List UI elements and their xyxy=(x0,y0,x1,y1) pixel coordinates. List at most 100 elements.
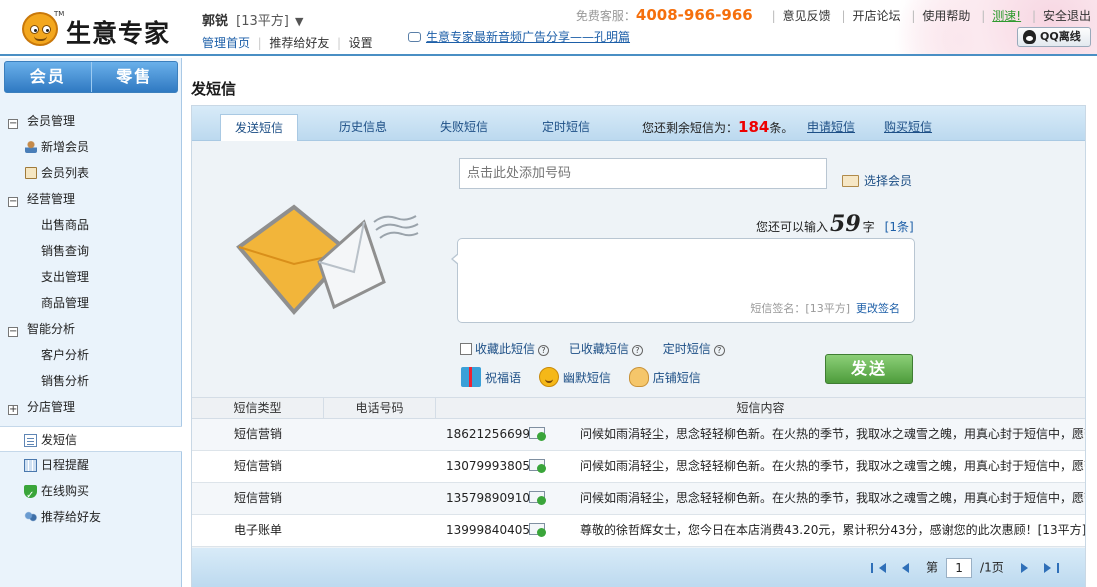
shop-template-link[interactable]: 店铺短信 xyxy=(628,367,701,387)
table-row[interactable]: 电子账单 13999840405 尊敬的徐哲辉女士，您今日在本店消费43.20元… xyxy=(192,515,1085,547)
table-row[interactable]: 短信营销 18621256699 问候如雨涓轻尘，思念轻轻柳色新。在火热的季节，… xyxy=(192,419,1085,451)
select-member-label: 选择会员 xyxy=(864,174,913,188)
humor-template-link[interactable]: 幽默短信 xyxy=(538,367,611,387)
cell-phone: 13079993805 xyxy=(324,451,568,482)
phone-number-input[interactable] xyxy=(459,158,827,189)
sidebar-group-branch[interactable]: + 分店管理 xyxy=(0,394,181,420)
page-label: 第 xyxy=(926,560,939,575)
qq-status-button[interactable]: QQ离线 xyxy=(1017,27,1091,47)
notice-link[interactable]: 生意专家最新音频广告分享——孔明篇 xyxy=(408,28,630,45)
cell-content: 问候如雨涓轻尘，思念轻轻柳色新。在火热的季节，我取冰之魂雪之魄，用真心封于短信中… xyxy=(580,427,1085,441)
table-row[interactable]: 短信营销 13079993805 问候如雨涓轻尘，思念轻轻柳色新。在火热的季节，… xyxy=(192,451,1085,483)
sidebar-item-label: 日程提醒 xyxy=(41,458,90,472)
collapse-icon[interactable]: − xyxy=(8,197,18,207)
sidebar-item-buy-online[interactable]: 在线购买 xyxy=(0,478,181,509)
link-forum[interactable]: 开店论坛 xyxy=(853,9,901,23)
chevron-down-icon[interactable]: ▼ xyxy=(295,15,303,28)
sidebar-item-goods[interactable]: 商品管理 xyxy=(0,290,181,316)
page-number-input[interactable]: 1 xyxy=(946,558,973,578)
logo[interactable]: TM 生意专家 xyxy=(22,10,182,48)
cell-phone: 13579890910 xyxy=(324,483,568,514)
table-header: 短信类型 电话号码 短信内容 xyxy=(192,397,1085,419)
user-menu[interactable]: 郭锐 [13平方] ▼ xyxy=(202,10,373,29)
message-status-icon[interactable] xyxy=(529,459,547,474)
scheduled-sms-link[interactable]: 定时短信 xyxy=(663,342,711,356)
collapse-icon[interactable]: − xyxy=(8,119,18,129)
sidebar-group-business[interactable]: − 经营管理 xyxy=(0,186,181,212)
tab-history[interactable]: 历史信息 xyxy=(324,114,402,141)
top-links: 免费客服：4008-966-966 | 意见反馈 | 开店论坛 | 使用帮助 | 测速!… xyxy=(575,6,1091,24)
link-settings[interactable]: 设置 xyxy=(349,36,373,50)
collect-label[interactable]: 收藏此短信 xyxy=(475,342,535,356)
sidebar-item-member-list[interactable]: 会员列表 xyxy=(0,160,181,186)
sms-icon xyxy=(24,434,37,447)
phone-number: 13079993805 xyxy=(446,459,530,473)
link-feedback[interactable]: 意见反馈 xyxy=(783,9,831,23)
sidebar-item-send-sms[interactable]: 发短信 xyxy=(0,426,182,452)
phone-number: 13999840405 xyxy=(446,523,530,537)
cell-type: 短信营销 xyxy=(233,491,282,505)
edit-signature-link[interactable]: 更改签名 xyxy=(856,302,900,315)
send-button[interactable]: 发送 xyxy=(825,354,913,384)
sidebar-group-member[interactable]: − 会员管理 xyxy=(0,108,181,134)
sidebar-tab-member[interactable]: 会员 xyxy=(5,62,91,92)
page-title: 发短信 xyxy=(191,80,237,98)
sidebar-group-label: 经营管理 xyxy=(27,192,76,206)
sidebar-menu: − 会员管理 新增会员 会员列表 − 经营管理 出售商品 销售查询 支出管理 商品管… xyxy=(0,108,181,420)
member-card-icon xyxy=(842,175,859,187)
sidebar-item-sell-goods[interactable]: 出售商品 xyxy=(0,212,181,238)
smiley-icon xyxy=(538,367,559,387)
link-logout[interactable]: 安全退出 xyxy=(1043,9,1091,23)
sidebar-item-sales-analysis[interactable]: 销售分析 xyxy=(0,368,181,394)
expand-icon[interactable]: + xyxy=(8,405,18,415)
greeting-template-link[interactable]: 祝福语 xyxy=(461,367,521,387)
sidebar-item-recommend[interactable]: 推荐给好友 xyxy=(0,504,181,530)
table-row[interactable]: 短信营销 13579890910 问候如雨涓轻尘，思念轻轻柳色新。在火热的季节，… xyxy=(192,483,1085,515)
next-page-icon[interactable] xyxy=(1021,563,1029,573)
speech-bubble-icon xyxy=(408,32,421,42)
sidebar-tab-retail[interactable]: 零售 xyxy=(90,62,178,92)
select-member-button[interactable]: 选择会员 xyxy=(842,172,912,189)
first-page-icon[interactable] xyxy=(878,563,886,573)
prev-page-icon[interactable] xyxy=(901,563,909,573)
collect-checkbox[interactable] xyxy=(460,343,472,355)
cell-phone: 18621256699 xyxy=(324,419,568,450)
sidebar-item-schedule[interactable]: 日程提醒 xyxy=(0,452,181,478)
message-status-icon[interactable] xyxy=(529,523,547,538)
message-status-icon[interactable] xyxy=(529,427,547,442)
buy-sms-link[interactable]: 购买短信 xyxy=(884,114,932,141)
sms-options: 收藏此短信? 已收藏短信? 定时短信? xyxy=(460,340,741,357)
sidebar-item-add-member[interactable]: 新增会员 xyxy=(0,134,181,160)
shield-icon xyxy=(24,483,37,509)
member-icon xyxy=(25,141,37,153)
link-speed-test[interactable]: 测速! xyxy=(992,9,1021,23)
sidebar-item-customer-analysis[interactable]: 客户分析 xyxy=(0,342,181,368)
tab-failed[interactable]: 失败短信 xyxy=(425,114,503,141)
last-page-icon[interactable] xyxy=(1044,563,1051,573)
help-icon[interactable]: ? xyxy=(538,345,550,356)
tab-scheduled[interactable]: 定时短信 xyxy=(527,114,605,141)
sidebar-item-sales-query[interactable]: 销售查询 xyxy=(0,238,181,264)
counter-prefix: 您还可以输入 xyxy=(756,220,829,234)
message-status-icon[interactable] xyxy=(529,491,547,506)
user-links: 管理首页 | 推荐给好友 | 设置 xyxy=(202,36,373,50)
link-admin-home[interactable]: 管理首页 xyxy=(202,36,250,50)
qq-penguin-icon xyxy=(1023,30,1036,44)
sidebar-item-expense[interactable]: 支出管理 xyxy=(0,264,181,290)
apply-sms-link[interactable]: 申请短信 xyxy=(807,114,855,141)
link-help[interactable]: 使用帮助 xyxy=(922,9,970,23)
collected-sms-link[interactable]: 已收藏短信 xyxy=(569,342,629,356)
collapse-icon[interactable]: − xyxy=(8,327,18,337)
counter-suffix: 字 xyxy=(862,220,875,234)
help-icon[interactable]: ? xyxy=(631,345,643,356)
link-recommend-friend[interactable]: 推荐给好友 xyxy=(269,36,329,50)
cell-content: 问候如雨涓轻尘，思念轻轻柳色新。在火热的季节，我取冰之魂雪之魄，用真心封于短信中… xyxy=(580,491,1085,505)
message-textarea[interactable]: 短信签名：[13平方] 更改签名 xyxy=(451,238,915,323)
main-content: 发短信 发送短信 历史信息 失败短信 定时短信 您还剩余短信为：184条。 申请… xyxy=(183,58,1097,587)
sms-quota: 您还剩余短信为：184条。 xyxy=(642,114,793,141)
last-page-bar xyxy=(1057,563,1059,573)
help-icon[interactable]: ? xyxy=(713,345,725,356)
sidebar-item-label: 支出管理 xyxy=(41,270,90,284)
tab-send-sms[interactable]: 发送短信 xyxy=(220,114,298,141)
sidebar-group-analysis[interactable]: − 智能分析 xyxy=(0,316,181,342)
